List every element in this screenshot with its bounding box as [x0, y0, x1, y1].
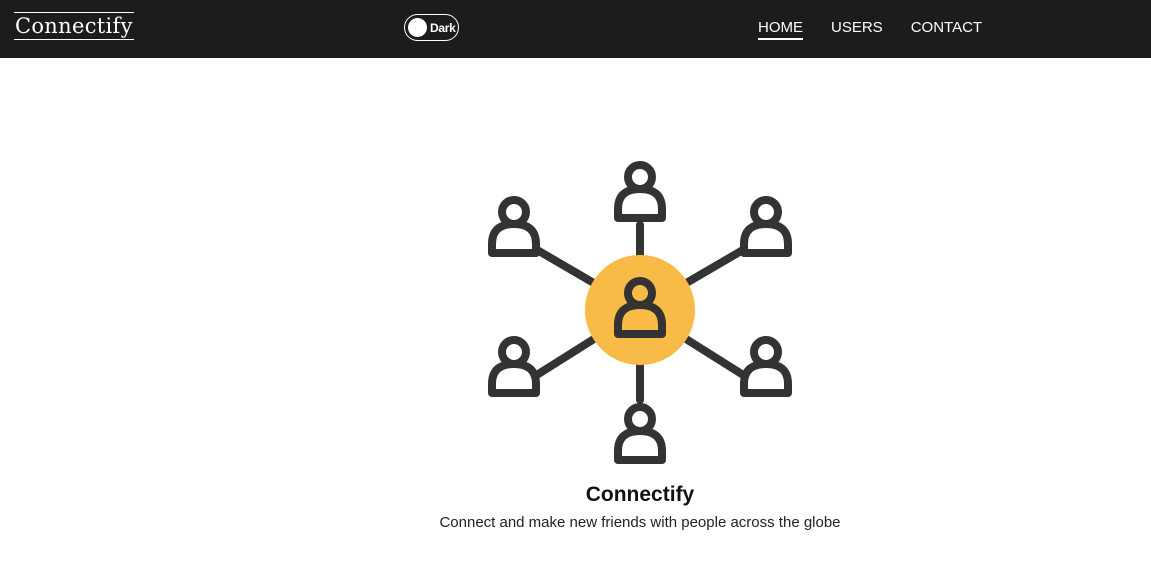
navbar: Connectify Dark HOME USERS CONTACT — [0, 0, 1151, 58]
network-people-icon — [480, 150, 800, 470]
nav-link-contact[interactable]: CONTACT — [911, 19, 982, 40]
hero-title: Connectify — [585, 483, 695, 506]
person-icon-top-right — [744, 200, 788, 253]
brand-logo[interactable]: Connectify — [14, 12, 134, 40]
toggle-knob — [408, 18, 427, 37]
hero-subtitle: Connect and make new friends with people… — [439, 514, 841, 531]
person-icon-bottom-right — [744, 340, 788, 393]
main-nav: HOME USERS CONTACT — [758, 19, 982, 40]
person-icon-center — [618, 281, 662, 334]
person-icon-top-left — [492, 200, 536, 253]
person-icon-top — [618, 165, 662, 218]
toggle-label: Dark — [430, 21, 456, 35]
nav-link-home[interactable]: HOME — [758, 19, 803, 40]
person-icon-bottom — [618, 407, 662, 460]
dark-mode-toggle[interactable]: Dark — [404, 14, 459, 41]
nav-link-users[interactable]: USERS — [831, 19, 883, 40]
person-icon-bottom-left — [492, 340, 536, 393]
